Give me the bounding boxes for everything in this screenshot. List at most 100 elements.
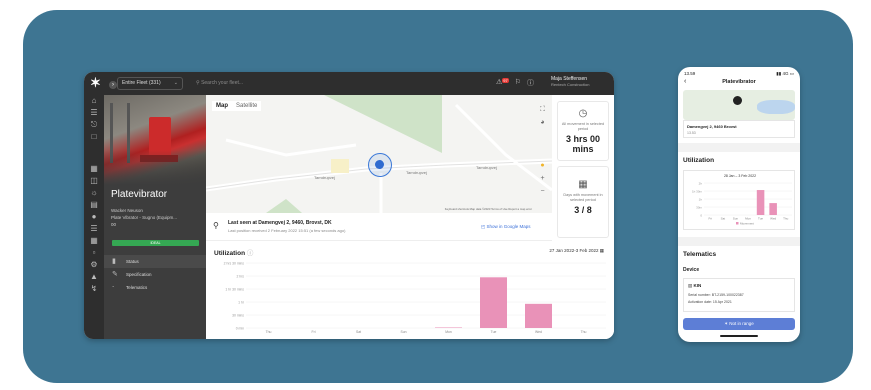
signal-icon: ⋅	[112, 284, 115, 291]
calendar-icon: ▦	[578, 179, 588, 190]
collapse-toggle[interactable]: ›	[109, 81, 117, 89]
rail-spacer	[84, 143, 104, 163]
google-maps-label: Show in Google Maps	[486, 224, 531, 229]
notification-badge: 97	[502, 78, 509, 83]
y-tick-label: 2 hrs	[236, 275, 244, 279]
stack-icon[interactable]: ☰	[84, 223, 104, 235]
section-divider	[678, 237, 800, 246]
machine-location-marker[interactable]	[368, 153, 392, 177]
x-tick-label: Sun	[400, 330, 406, 334]
nav-label: Specification	[126, 272, 152, 277]
chart-icon[interactable]: ▫	[84, 247, 104, 259]
x-tick-label: Thu	[783, 217, 789, 221]
status-badge: IDEAL	[112, 240, 199, 246]
lock-icon[interactable]: ⎋	[84, 119, 104, 131]
tab-map[interactable]: Map	[212, 101, 232, 111]
location-sub: Last position received 2 February 2022 1…	[228, 228, 346, 233]
x-tick-label: Thu	[266, 330, 272, 334]
sun-icon[interactable]: ☼	[84, 187, 104, 199]
search-input[interactable]: ⚲ Search your fleet...	[196, 77, 376, 90]
bar	[769, 203, 777, 215]
device-card: ▧ KIN Serial number: BT-2159-100022387 A…	[683, 278, 795, 312]
machine-type: Plate Vibrator - Sugno (Equipm...	[111, 215, 177, 220]
list-icon[interactable]: ☰	[84, 107, 104, 119]
export-icon[interactable]: ↯	[84, 283, 104, 295]
machine-location-marker[interactable]	[733, 96, 742, 105]
machine-nav: ▮ Status ✎ Specification ⋅ Telematics	[104, 255, 206, 294]
zoom-in-button[interactable]: +	[538, 172, 547, 185]
bar	[435, 327, 462, 328]
nav-specification[interactable]: ✎ Specification	[104, 268, 206, 281]
fullscreen-icon[interactable]: ⛶	[538, 103, 547, 116]
y-tick-label: 0 min	[236, 327, 244, 331]
x-tick-label: Sat	[721, 217, 726, 221]
device-icon: ▧	[688, 283, 693, 288]
calendar-icon[interactable]: ▦	[84, 235, 104, 247]
y-tick-label: 1h	[699, 198, 703, 202]
machine-code: 00	[111, 222, 117, 227]
person-icon[interactable]: ▲	[84, 271, 104, 283]
mobile-title: Platevibrator	[722, 79, 756, 85]
x-tick-label: Tue	[758, 217, 763, 221]
card-value: 3 / 8	[574, 205, 592, 215]
brand-logo[interactable]: ✶	[90, 76, 104, 90]
legend-swatch	[736, 222, 739, 225]
not-in-range-button[interactable]: ✶ Not in range	[683, 318, 795, 330]
bar-chart-icon: ▮	[112, 258, 116, 265]
bar	[756, 190, 765, 215]
card-label: Days with movement in selected period	[563, 193, 603, 202]
machine-title: Platevibrator	[111, 189, 168, 200]
fleet-select[interactable]: Entire Fleet (331) ⌄	[117, 77, 183, 90]
mobile-screen: 13.59 ▮▮ 4G ▭ ‹ Platevibrator Damengvej 2…	[678, 67, 800, 342]
road-label: Tarndrupvej	[314, 175, 335, 180]
user-menu[interactable]: Maja Steffensen Rentech Construction	[551, 76, 589, 88]
info-icon[interactable]: ⓘ	[247, 250, 254, 257]
document-icon[interactable]: □	[84, 131, 104, 143]
cart-icon[interactable]: ▤	[84, 199, 104, 211]
search-placeholder: Search your fleet...	[201, 80, 244, 86]
settings-icon[interactable]: ⚙	[84, 259, 104, 271]
help-icon[interactable]: ⓘ	[527, 78, 534, 88]
bar	[525, 303, 552, 328]
bar	[480, 277, 507, 328]
device-name: ▧ KIN	[688, 283, 701, 289]
road-label: Tarndrupvej	[476, 165, 497, 170]
x-tick-label: Sat	[356, 330, 361, 334]
truck-icon[interactable]: ◫	[84, 175, 104, 187]
y-tick-label: 30m	[696, 206, 702, 210]
not-in-range-label: Not in range	[729, 321, 754, 326]
location-pin-icon: ⚲	[213, 221, 219, 230]
nav-telematics[interactable]: ⋅ Telematics	[104, 281, 206, 294]
location-title: Last seen at Damengvej 2, 9460, Brovst, …	[228, 220, 332, 226]
x-tick-label: Fri	[312, 330, 316, 334]
map-view[interactable]: Map Satellite ⛶ ◕ ● + − Tarndrupvej Tarn…	[206, 95, 552, 213]
signal-indicator: ▮▮ 4G ▭	[776, 71, 794, 76]
device-name-text: KIN	[693, 283, 702, 288]
zoom-out-button[interactable]: −	[538, 185, 547, 198]
map-type-tabs: Map Satellite	[212, 101, 262, 111]
chat-icon[interactable]: ⚐	[515, 78, 521, 88]
machine-photo	[104, 95, 206, 185]
pin-icon[interactable]: ●	[84, 211, 104, 223]
section-divider	[678, 143, 800, 152]
utilization-title: Utilization ⓘ	[214, 247, 253, 257]
compass-icon[interactable]: ◕	[538, 116, 547, 129]
home-icon[interactable]: ⌂	[84, 95, 104, 107]
map-controls: ⛶ ◕ ● + −	[538, 103, 547, 198]
date-range-picker[interactable]: 27 Jan 2022-3 Feb 2022 ▦	[549, 248, 604, 254]
chevron-down-icon: ⌄	[173, 80, 178, 86]
mobile-map[interactable]	[683, 90, 795, 120]
warning-icon[interactable]: ⚠97	[496, 78, 509, 88]
serial-number: Serial number: BT-2159-100022387	[688, 293, 744, 297]
y-tick-label: 2h	[699, 182, 703, 186]
x-tick-label: Wed	[770, 217, 776, 221]
x-tick-label: Tue	[491, 330, 497, 334]
utilization-section: Utilization ⓘ 27 Jan 2022-3 Feb 2022 ▦ 0…	[206, 241, 614, 339]
streetview-icon[interactable]: ●	[538, 159, 547, 172]
tab-satellite[interactable]: Satellite	[232, 101, 262, 111]
google-maps-link[interactable]: ◰ Show in Google Maps	[481, 224, 531, 230]
map-attribution[interactable]: Keyboard shortcuts Map data ©2023 Terms …	[445, 207, 532, 211]
x-tick-label: Wed	[535, 330, 542, 334]
nav-status[interactable]: ▮ Status	[104, 255, 206, 268]
box-icon[interactable]: ▦	[84, 163, 104, 175]
